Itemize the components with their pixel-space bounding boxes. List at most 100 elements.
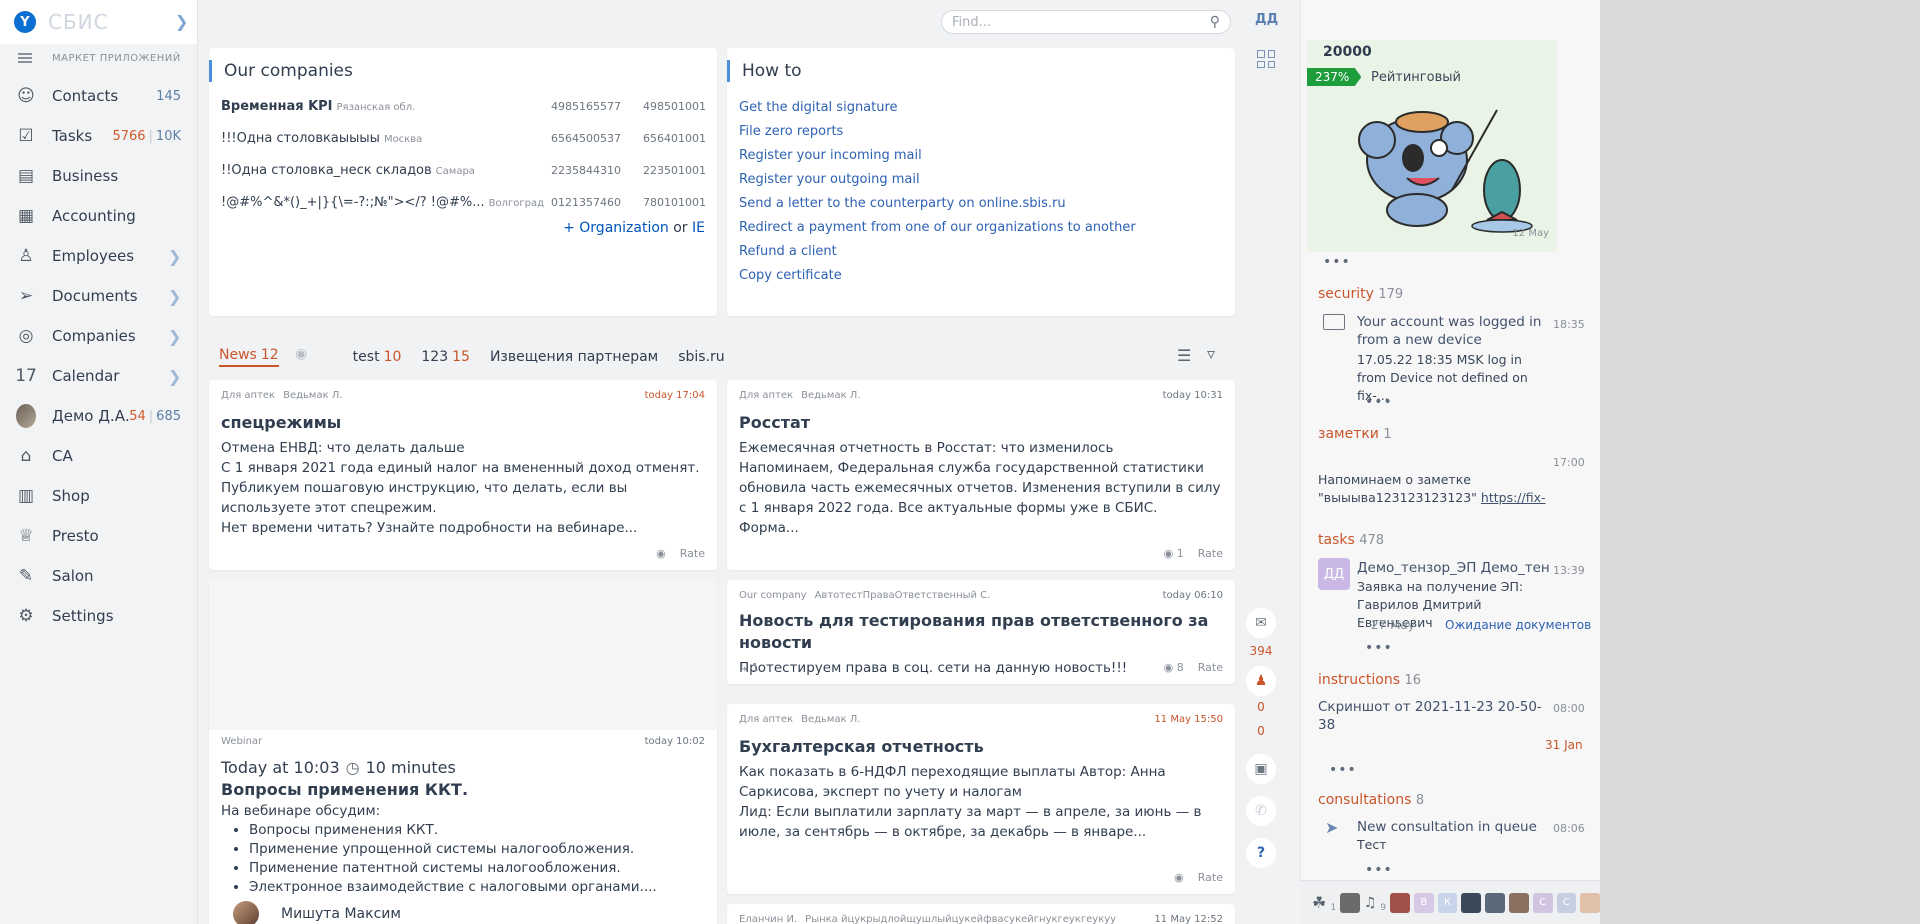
sidebar-item-companies[interactable]: ◎ Companies ❯ bbox=[0, 316, 197, 356]
contact-avatar-letter[interactable]: В bbox=[1413, 892, 1434, 913]
menu-icon[interactable] bbox=[18, 53, 32, 63]
sidebar-item-shop[interactable]: ▥ Shop bbox=[0, 476, 197, 516]
contact-avatar[interactable] bbox=[1461, 892, 1482, 913]
company-row[interactable]: !!Одна столовка_неск складов Самара 223584… bbox=[221, 154, 706, 186]
rate-button[interactable]: Rate bbox=[1198, 661, 1223, 674]
sidebar-item-accounting[interactable]: ▦ Accounting bbox=[0, 196, 197, 236]
news-source[interactable]: Для аптек bbox=[739, 390, 793, 404]
add-ie-link[interactable]: IE bbox=[692, 220, 705, 236]
sidebar-item-settings[interactable]: ⚙ Settings bbox=[0, 596, 197, 636]
company-name-cell[interactable]: !!!Одна столовкаыыыы Москва bbox=[221, 131, 551, 146]
note-icon[interactable]: ▣ bbox=[1246, 754, 1276, 784]
more-dots[interactable]: ••• bbox=[1323, 254, 1351, 270]
news-title[interactable]: Новость для тестирования прав ответствен… bbox=[739, 610, 1223, 654]
sidebar-item-tasks[interactable]: ☑ Tasks 5766 | 10K bbox=[0, 116, 197, 156]
eye-icon[interactable]: ◉ bbox=[295, 346, 307, 362]
list-view-icon[interactable]: ☰ bbox=[1177, 346, 1191, 365]
howto-link[interactable]: Copy certificate bbox=[739, 264, 1223, 288]
news-author[interactable]: Ведьмак Л. bbox=[283, 390, 342, 404]
chevron-right-icon[interactable]: ❯ bbox=[168, 327, 181, 346]
add-organization-link[interactable]: + Organization bbox=[563, 220, 669, 236]
tab-sbis-ru[interactable]: sbis.ru bbox=[678, 349, 724, 365]
news-author[interactable]: Ведьмак Л. bbox=[801, 390, 860, 404]
apps-grid-icon[interactable] bbox=[1257, 50, 1275, 68]
task-title[interactable]: Демо_тензор_ЭП Демо_тен bbox=[1357, 559, 1553, 577]
tasks-section-title[interactable]: tasks 478 bbox=[1318, 532, 1384, 548]
speaker-name[interactable]: Мишута Максим bbox=[281, 906, 401, 922]
tab-test[interactable]: test 10 bbox=[353, 349, 402, 365]
news-title[interactable]: спецрежимы bbox=[221, 412, 705, 434]
instruction-title[interactable]: Скриншот от 2021-11-23 20-50-38 bbox=[1318, 698, 1548, 734]
more-dots[interactable]: ••• bbox=[1365, 640, 1393, 656]
megaphone-icon[interactable]: ✉ bbox=[1246, 608, 1276, 638]
news-author[interactable]: Ведьмак Л. bbox=[801, 714, 860, 728]
news-author[interactable]: АвтотестПраваОтветственный С. bbox=[815, 590, 991, 604]
news-card-5[interactable]: Еланчин И. Рынка йцукрыдлойщушлыйцукейфв… bbox=[727, 904, 1235, 924]
rate-button[interactable]: Rate bbox=[1198, 547, 1223, 560]
task-status[interactable]: Ожидание документов bbox=[1445, 616, 1591, 634]
ear-icon[interactable]: ♫ bbox=[1364, 895, 1377, 911]
company-name[interactable]: !@#%^&*()_+|}{\=-?:;№"></? !@#%... bbox=[221, 195, 485, 210]
howto-link[interactable]: Register your outgoing mail bbox=[739, 168, 1223, 192]
company-name-cell[interactable]: !@#%^&*()_+|}{\=-?:;№"></? !@#%... Волгог… bbox=[221, 195, 551, 210]
help-icon[interactable]: ? bbox=[1246, 838, 1276, 868]
contact-avatar-letter[interactable]: К bbox=[1437, 892, 1458, 913]
webinar-title[interactable]: Вопросы применения ККТ. bbox=[221, 779, 705, 801]
user-initials[interactable]: ДД bbox=[1255, 12, 1278, 27]
market-label[interactable]: МАРКЕТ ПРИЛОЖЕНИЙ bbox=[52, 53, 181, 64]
task-avatar[interactable]: ДД bbox=[1318, 558, 1350, 590]
contact-avatar[interactable] bbox=[1390, 892, 1410, 913]
more-dots[interactable]: ••• bbox=[1365, 394, 1393, 410]
news-source[interactable]: Рынка йцукрыдлойщушлыйцукейфвасукейгнукг… bbox=[805, 914, 1116, 924]
chevron-right-icon[interactable]: ❯ bbox=[168, 287, 181, 306]
instructions-section-title[interactable]: instructions 16 bbox=[1318, 672, 1421, 688]
rate-button[interactable]: Rate bbox=[1198, 871, 1223, 884]
news-card-2[interactable]: Для аптек Ведьмак Л. today 10:31 Росстат… bbox=[727, 380, 1235, 570]
notes-text[interactable]: Напоминаем о заметке "выыыва123123123123… bbox=[1318, 471, 1558, 507]
instructions-label[interactable]: instructions bbox=[1318, 672, 1400, 688]
tab-123[interactable]: 123 15 bbox=[421, 349, 470, 365]
search-box[interactable]: Find... ⚲ bbox=[941, 10, 1231, 34]
tasks-label[interactable]: tasks bbox=[1318, 532, 1355, 548]
company-name[interactable]: !!!Одна столовкаыыыы bbox=[221, 131, 380, 146]
search-icon[interactable]: ⚲ bbox=[1210, 14, 1220, 30]
contact-avatar[interactable] bbox=[1340, 892, 1360, 913]
sidebar-item-presto[interactable]: ♕ Presto bbox=[0, 516, 197, 556]
company-name[interactable]: Временная KPI bbox=[221, 99, 333, 114]
tab-извещения-партнерам[interactable]: Извещения партнерам bbox=[490, 349, 658, 365]
howto-link[interactable]: Redirect a payment from one of our organ… bbox=[739, 216, 1223, 240]
notes-label[interactable]: заметки bbox=[1318, 426, 1379, 442]
news-title[interactable]: Росстат bbox=[739, 412, 1223, 434]
security-title[interactable]: Your account was logged in from a new de… bbox=[1357, 313, 1553, 349]
more-dots[interactable]: ••• bbox=[1329, 762, 1357, 778]
companies-title[interactable]: Our companies bbox=[209, 60, 705, 82]
phone-icon[interactable]: ✆ bbox=[1246, 796, 1276, 826]
news-source[interactable]: Для аптек bbox=[739, 714, 793, 728]
contact-avatar[interactable] bbox=[1485, 892, 1505, 913]
sidebar-item-business[interactable]: ▤ Business bbox=[0, 156, 197, 196]
contact-avatar-letter[interactable]: С bbox=[1556, 892, 1577, 913]
more-dots[interactable]: ••• bbox=[1365, 862, 1393, 878]
person-alert-icon[interactable]: ♟ bbox=[1246, 666, 1276, 696]
filter-icon[interactable]: ▿ bbox=[1207, 344, 1215, 363]
search-input[interactable]: Find... bbox=[952, 15, 1210, 30]
sidebar-item-contacts[interactable]: ☺ Contacts 145 bbox=[0, 76, 197, 116]
app-market[interactable]: МАРКЕТ ПРИЛОЖЕНИЙ bbox=[0, 46, 197, 70]
consultations-section-title[interactable]: consultations 8 bbox=[1318, 792, 1424, 808]
chevron-right-icon[interactable]: ❯ bbox=[168, 367, 181, 386]
sidebar-item-employees[interactable]: ♙ Employees ❯ bbox=[0, 236, 197, 276]
contact-avatar-letter[interactable]: С bbox=[1532, 892, 1553, 913]
news-card-3[interactable]: Our company АвтотестПраваОтветственный С… bbox=[727, 580, 1235, 684]
company-name-cell[interactable]: Временная KPI Рязанская обл. bbox=[221, 99, 551, 114]
tab-news[interactable]: News 12 bbox=[219, 347, 279, 367]
company-name[interactable]: !!Одна столовка_неск складов bbox=[221, 163, 432, 178]
sidebar-item-ca[interactable]: ⌂ CA bbox=[0, 436, 197, 476]
howto-title[interactable]: How to bbox=[727, 60, 1223, 82]
security-label[interactable]: security bbox=[1318, 286, 1374, 302]
company-row[interactable]: !!!Одна столовкаыыыы Москва 6564500537 6564… bbox=[221, 122, 706, 154]
contact-avatar[interactable] bbox=[1580, 892, 1601, 913]
howto-link[interactable]: Register your incoming mail bbox=[739, 144, 1223, 168]
company-row[interactable]: Временная KPI Рязанская обл. 4985165577 498… bbox=[221, 90, 706, 122]
sidebar-collapse-icon[interactable]: ❯ bbox=[175, 12, 188, 31]
rate-button[interactable]: Rate bbox=[680, 547, 705, 560]
